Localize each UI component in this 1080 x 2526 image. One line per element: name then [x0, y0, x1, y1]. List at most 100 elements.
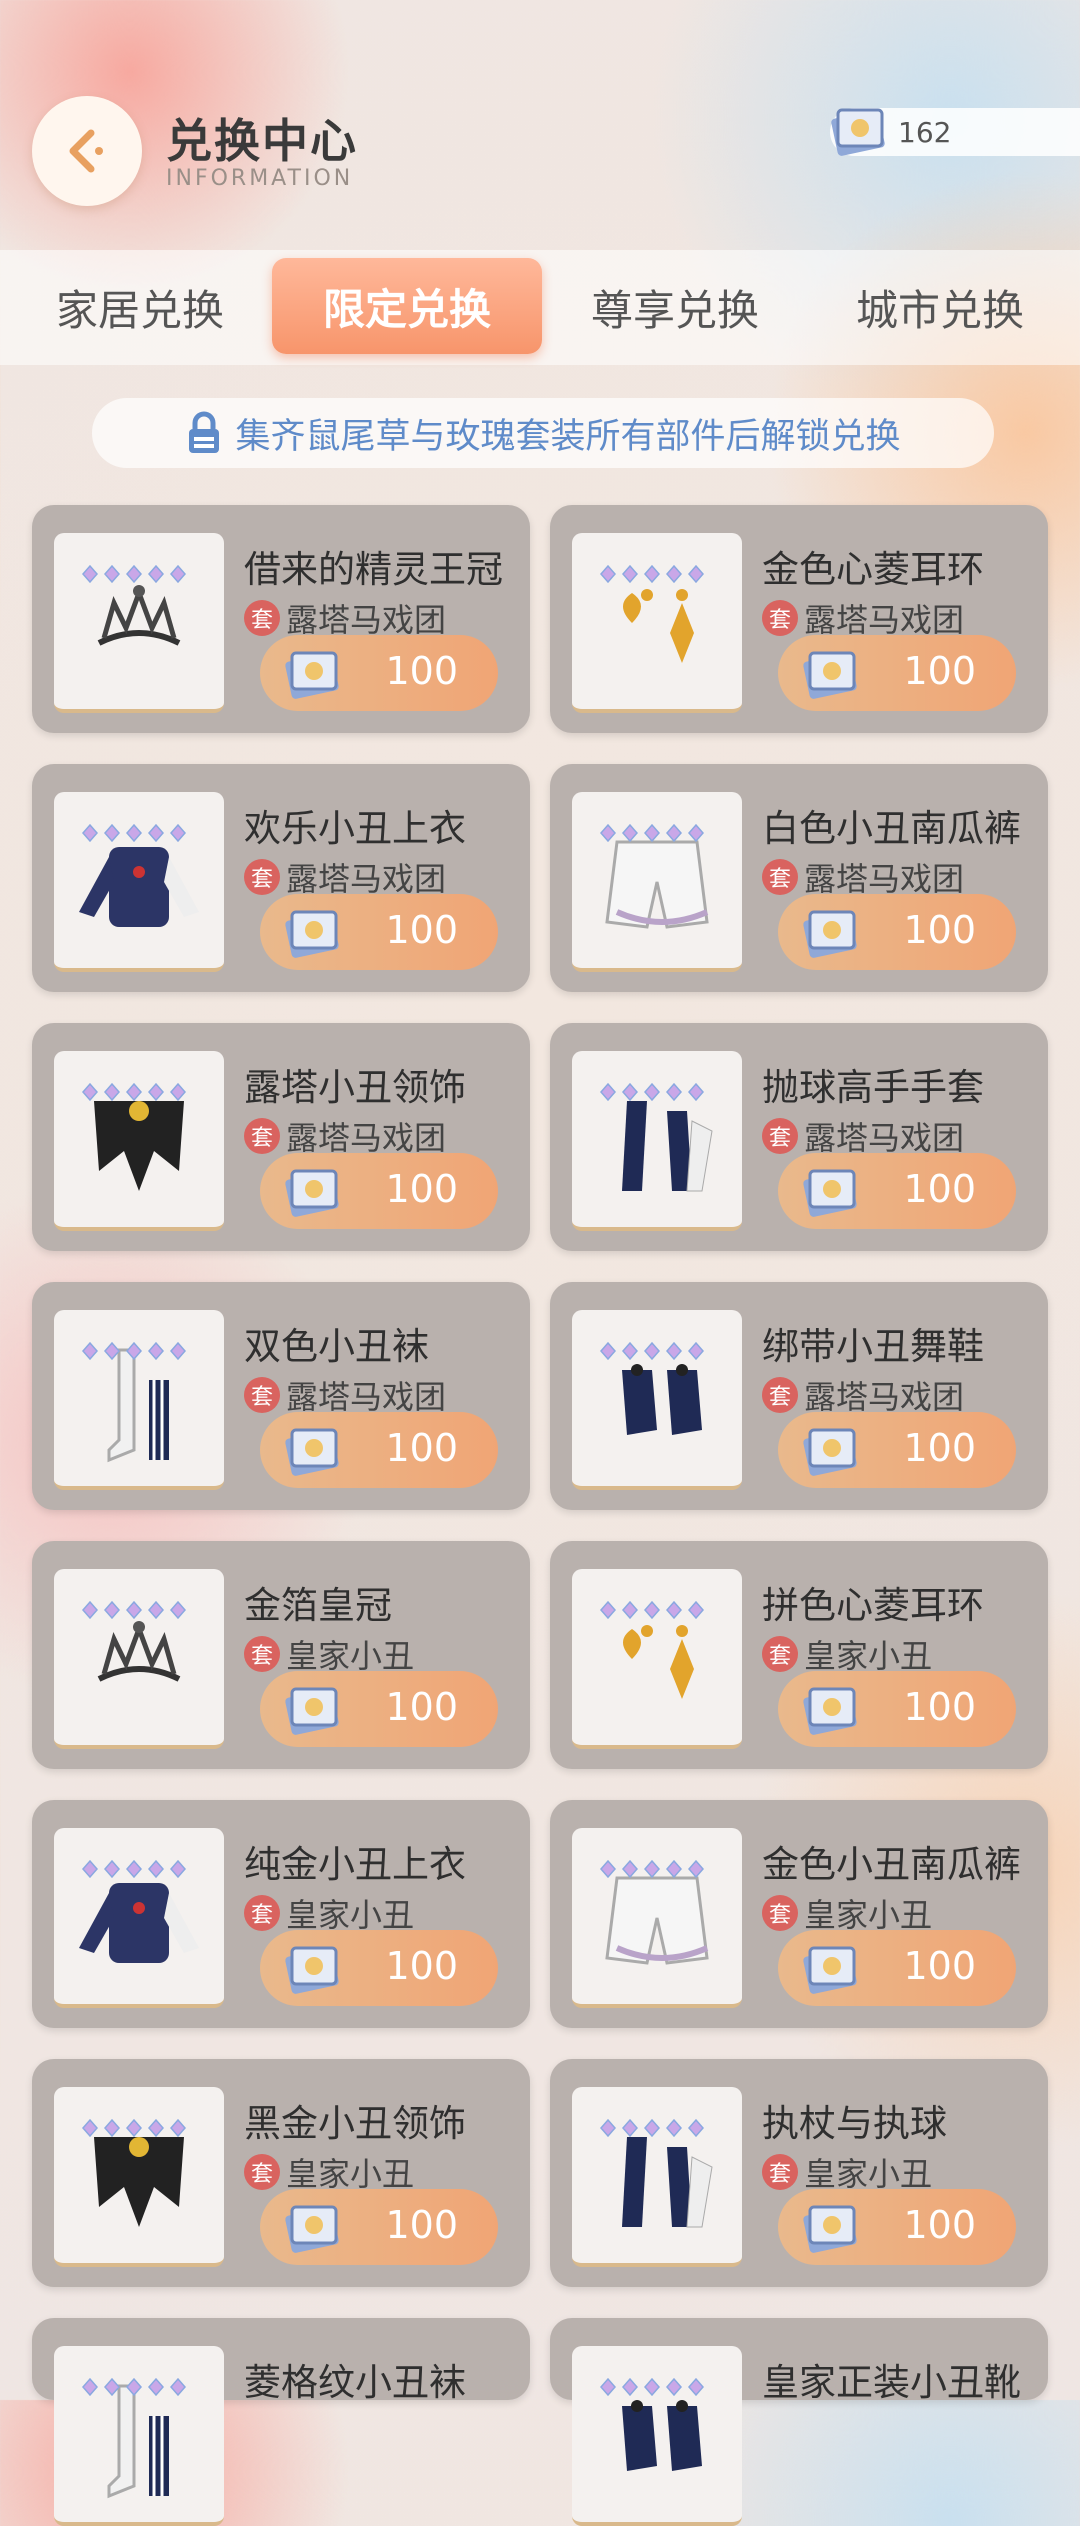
- exchange-button[interactable]: 100: [260, 1671, 498, 1747]
- item-thumbnail: [572, 1569, 742, 1749]
- set-badge: 套: [762, 1118, 798, 1154]
- shoes-icon: [622, 1364, 702, 1435]
- collar-icon: [94, 2137, 184, 2227]
- set-badge: 套: [762, 1895, 798, 1931]
- currency-value: 162: [898, 116, 952, 149]
- exchange-button[interactable]: 100: [260, 1153, 498, 1229]
- exchange-item-card[interactable]: 露塔小丑领饰 套 露塔马戏团 100: [32, 1023, 530, 1251]
- exchange-button[interactable]: 100: [778, 894, 1016, 970]
- item-name: 纯金小丑上衣: [244, 1843, 466, 1886]
- item-thumbnail: [572, 2087, 742, 2267]
- pants-icon: [605, 1876, 709, 1965]
- rarity-diamonds-icon: [82, 824, 186, 842]
- exchange-item-card[interactable]: 绑带小丑舞鞋 套 露塔马戏团 100: [550, 1282, 1048, 1510]
- set-badge: 套: [244, 859, 280, 895]
- exchange-button[interactable]: 100: [778, 1412, 1016, 1488]
- item-name: 金色小丑南瓜裤: [762, 1843, 1021, 1886]
- item-thumbnail: [54, 1828, 224, 2008]
- tab-premium-exchange[interactable]: 尊享兑换: [565, 250, 785, 365]
- price-value: 100: [385, 649, 458, 693]
- item-name: 黑金小丑领饰: [244, 2102, 466, 2145]
- item-thumbnail: [572, 1310, 742, 1490]
- exchange-item-card[interactable]: 拼色心菱耳环 套 皇家小丑 100: [550, 1541, 1048, 1769]
- exchange-button[interactable]: 100: [778, 635, 1016, 711]
- exchange-button[interactable]: 100: [260, 2189, 498, 2265]
- exchange-button[interactable]: 100: [778, 1930, 1016, 2006]
- item-name: 抛球高手手套: [762, 1066, 984, 1109]
- gloves-icon: [622, 1101, 713, 1192]
- socks-icon: [107, 2384, 169, 2499]
- item-name: 借来的精灵王冠: [244, 548, 503, 591]
- ticket-icon: [285, 1946, 339, 1994]
- set-badge: 套: [762, 1636, 798, 1672]
- rarity-diamonds-icon: [600, 565, 704, 583]
- item-thumbnail: [572, 1051, 742, 1231]
- exchange-item-card[interactable]: 白色小丑南瓜裤 套 露塔马戏团 100: [550, 764, 1048, 992]
- exchange-item-card[interactable]: 抛球高手手套 套 露塔马戏团 100: [550, 1023, 1048, 1251]
- ticket-icon: [285, 910, 339, 958]
- rarity-diamonds-icon: [82, 565, 186, 583]
- tab-home-exchange[interactable]: 家居兑换: [30, 250, 250, 365]
- price-value: 100: [385, 1167, 458, 1211]
- ticket-icon: [285, 1428, 339, 1476]
- unlock-notice: 集齐鼠尾草与玫瑰套装所有部件后解锁兑换: [92, 398, 994, 468]
- tab-city-exchange[interactable]: 城市兑换: [830, 250, 1050, 365]
- rarity-diamonds-icon: [82, 2378, 186, 2396]
- exchange-item-card[interactable]: 金色心菱耳环 套 露塔马戏团 100: [550, 505, 1048, 733]
- exchange-button[interactable]: 100: [260, 1930, 498, 2006]
- exchange-button[interactable]: 100: [260, 894, 498, 970]
- item-name: 露塔小丑领饰: [244, 1066, 466, 1109]
- ticket-icon: [285, 1687, 339, 1735]
- set-badge: 套: [762, 859, 798, 895]
- price-value: 100: [903, 1167, 976, 1211]
- exchange-item-card[interactable]: 黑金小丑领饰 套 皇家小丑 100: [32, 2059, 530, 2287]
- item-thumbnail: [572, 792, 742, 972]
- exchange-item-card[interactable]: 欢乐小丑上衣 套 露塔马戏团 100: [32, 764, 530, 992]
- item-thumbnail: [54, 1310, 224, 1490]
- exchange-item-card[interactable]: 双色小丑袜 套 露塔马戏团 100: [32, 1282, 530, 1510]
- rarity-diamonds-icon: [600, 824, 704, 842]
- exchange-button[interactable]: 100: [778, 1671, 1016, 1747]
- unlock-notice-text: 集齐鼠尾草与玫瑰套装所有部件后解锁兑换: [235, 416, 901, 457]
- price-value: 100: [903, 908, 976, 952]
- item-name: 菱格纹小丑袜: [244, 2361, 466, 2404]
- exchange-item-card[interactable]: 执杖与执球 套 皇家小丑 100: [550, 2059, 1048, 2287]
- rarity-diamonds-icon: [82, 1342, 186, 1360]
- rarity-diamonds-icon: [600, 1342, 704, 1360]
- set-badge: 套: [762, 1377, 798, 1413]
- price-value: 100: [385, 1426, 458, 1470]
- exchange-button[interactable]: 100: [260, 1412, 498, 1488]
- top-icon: [79, 1883, 199, 1963]
- item-name: 白色小丑南瓜裤: [762, 807, 1021, 850]
- top-icon: [79, 847, 199, 927]
- crown-icon: [97, 1621, 181, 1682]
- ticket-icon: [803, 1946, 857, 1994]
- gloves-icon: [622, 2137, 713, 2228]
- rarity-diamonds-icon: [600, 2119, 704, 2137]
- earring-icon: [623, 589, 694, 663]
- set-badge: 套: [244, 600, 280, 636]
- item-name: 皇家正装小丑靴: [762, 2361, 1021, 2404]
- header: 兑换中心 INFORMATION 162: [0, 0, 1080, 250]
- exchange-item-card[interactable]: 菱格纹小丑袜: [32, 2318, 530, 2526]
- price-value: 100: [385, 908, 458, 952]
- exchange-button[interactable]: 100: [260, 635, 498, 711]
- exchange-button[interactable]: 100: [778, 1153, 1016, 1229]
- rarity-diamonds-icon: [82, 2119, 186, 2137]
- tab-limited-exchange[interactable]: 限定兑换: [272, 258, 542, 354]
- rarity-diamonds-icon: [600, 2378, 704, 2396]
- exchange-button[interactable]: 100: [778, 2189, 1016, 2265]
- exchange-item-card[interactable]: 皇家正装小丑靴: [550, 2318, 1048, 2526]
- ticket-icon: [285, 651, 339, 699]
- back-button[interactable]: [32, 96, 142, 206]
- exchange-item-card[interactable]: 借来的精灵王冠 套 露塔马戏团 100: [32, 505, 530, 733]
- exchange-item-card[interactable]: 纯金小丑上衣 套 皇家小丑 100: [32, 1800, 530, 2028]
- item-thumbnail: [54, 533, 224, 713]
- rarity-diamonds-icon: [600, 1601, 704, 1619]
- exchange-item-card[interactable]: 金色小丑南瓜裤 套 皇家小丑 100: [550, 1800, 1048, 2028]
- currency-display: 162: [830, 108, 1080, 156]
- earring-icon: [623, 1625, 694, 1699]
- exchange-item-card[interactable]: 金箔皇冠 套 皇家小丑 100: [32, 1541, 530, 1769]
- price-value: 100: [385, 1944, 458, 1988]
- ticket-icon: [803, 2205, 857, 2253]
